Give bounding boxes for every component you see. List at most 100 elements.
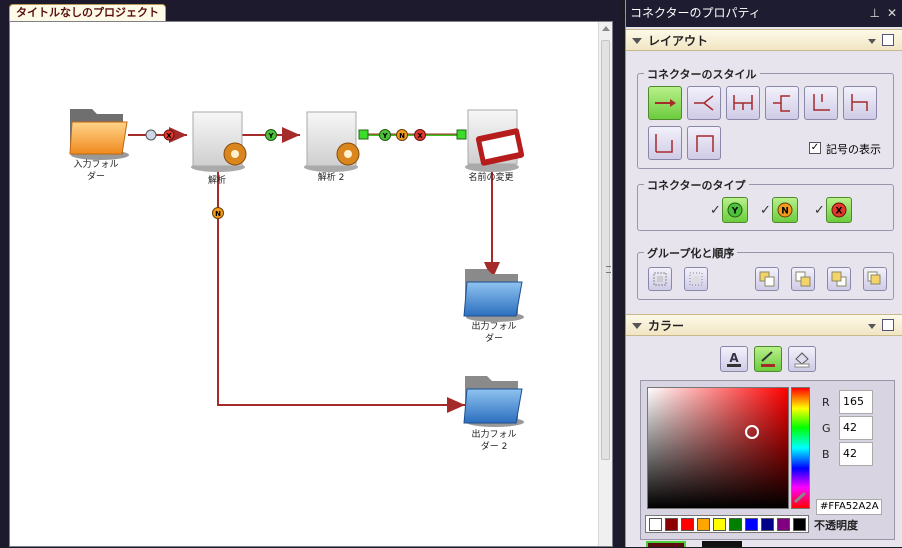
r-input[interactable]: 165 — [839, 390, 873, 414]
style-straight-button[interactable] — [648, 86, 682, 120]
opacity-label: 不透明度 — [814, 519, 858, 532]
type-exception-button[interactable]: X — [826, 197, 852, 223]
send-backward-button[interactable] — [827, 267, 851, 291]
collapse-triangle-icon[interactable] — [632, 323, 642, 329]
type-no-button[interactable]: N — [772, 197, 798, 223]
color-swatch[interactable] — [712, 518, 726, 531]
output-folder-2-label: 出力フォル ダー 2 — [471, 430, 517, 452]
b-input[interactable]: 42 — [839, 442, 873, 466]
collapse-triangle-icon[interactable] — [632, 38, 642, 44]
diagram-canvas[interactable]: X Y Y N X N 入力フォル ダー 解析 解析 2 名前の変更 出力フォル… — [9, 21, 613, 547]
svg-text:X: X — [417, 132, 423, 140]
panel-title-bar: コネクターのプロパティ ⊥ ✕ — [626, 0, 902, 27]
color-swatch[interactable] — [792, 518, 806, 531]
g-input[interactable]: 42 — [839, 416, 873, 440]
color-swatch[interactable] — [664, 518, 678, 531]
empty-marker — [145, 129, 157, 141]
group-button[interactable] — [648, 267, 672, 291]
color-swatch[interactable] — [776, 518, 790, 531]
pin-icon[interactable]: ⊥ — [870, 0, 880, 27]
check-icon: ✓ — [760, 203, 771, 218]
svg-text:X: X — [166, 132, 172, 140]
color-picker: R 165 G 42 B 42 #FFA52A2A 不透明度 — [640, 380, 895, 540]
style-zigzag-button[interactable] — [843, 86, 877, 120]
previous-color-preview[interactable] — [702, 541, 742, 547]
color-swatch[interactable] — [696, 518, 710, 531]
type-yes-button[interactable]: Y — [722, 197, 748, 223]
line-color-button[interactable] — [754, 346, 782, 372]
color-cursor[interactable] — [745, 425, 759, 439]
scroll-up-arrow-icon[interactable] — [602, 26, 610, 31]
close-icon[interactable]: ✕ — [887, 0, 897, 27]
output-folder-node[interactable] — [463, 269, 524, 322]
hex-input[interactable]: #FFA52A2A — [816, 499, 882, 515]
workflow-diagram: X Y Y N X N — [69, 109, 525, 427]
text-color-button[interactable]: A — [720, 346, 748, 372]
parse-node[interactable] — [191, 111, 247, 172]
color-swatch[interactable] — [680, 518, 694, 531]
check-icon: ✓ — [710, 203, 721, 218]
bring-forward-button[interactable] — [791, 267, 815, 291]
grip-icon — [606, 266, 611, 273]
dropdown-icon[interactable] — [868, 324, 876, 329]
rename-node[interactable] — [465, 109, 525, 172]
color-section-header[interactable]: カラー — [626, 314, 902, 336]
parse-label: 解析 — [207, 176, 226, 186]
send-to-back-button[interactable] — [863, 267, 887, 291]
project-window: タイトルなしのプロジェクト X Y Y N X N 入力フォル ダー 解析 解析… — [0, 0, 622, 547]
color-section-title: カラー — [648, 319, 685, 333]
yes-marker: Y — [379, 129, 391, 141]
style-orthogonal-button[interactable] — [804, 86, 838, 120]
color-swatch[interactable] — [744, 518, 758, 531]
connector-style-group: コネクターのスタイル ✓ 記号の表示 — [637, 66, 894, 169]
dropdown-icon[interactable] — [868, 39, 876, 44]
layout-section-title: レイアウト — [648, 34, 709, 48]
check-icon: ✓ — [814, 203, 825, 218]
connector-parse-output2[interactable] — [217, 162, 465, 413]
color-swatch[interactable] — [648, 518, 662, 531]
parse2-label: 解析 2 — [317, 173, 345, 183]
gear-icon — [223, 142, 247, 166]
connector-type-group-title: コネクターのタイプ — [644, 177, 749, 193]
fill-color-button[interactable] — [788, 346, 816, 372]
gear-icon — [336, 142, 360, 166]
input-folder-node[interactable] — [69, 109, 129, 160]
color-swatch[interactable] — [728, 518, 742, 531]
svg-text:Y: Y — [731, 207, 739, 217]
svg-text:N: N — [215, 210, 221, 218]
eyedropper-icon[interactable] — [793, 491, 809, 504]
grouping-order-group: グループ化と順序 — [637, 245, 894, 300]
saturation-value-area[interactable] — [647, 387, 789, 509]
output-folder-2-node[interactable] — [463, 376, 524, 427]
layout-section-header[interactable]: レイアウト — [626, 29, 902, 51]
svg-text:X: X — [836, 207, 843, 217]
selection-handle[interactable] — [358, 129, 369, 140]
input-folder-label: 入力フォル ダー — [73, 160, 119, 182]
style-loop-left-button[interactable] — [648, 126, 682, 160]
selection-handle[interactable] — [456, 129, 467, 140]
vertical-scrollbar[interactable] — [598, 22, 612, 546]
connector-style-group-title: コネクターのスタイル — [644, 66, 760, 82]
bring-to-front-button[interactable] — [755, 267, 779, 291]
parse2-node[interactable] — [304, 111, 360, 172]
show-symbols-checkbox[interactable]: ✓ — [809, 142, 821, 154]
external-link-icon[interactable] — [882, 34, 894, 46]
style-step-button[interactable] — [726, 86, 760, 120]
grouping-order-group-title: グループ化と順序 — [644, 245, 738, 261]
ungroup-button[interactable] — [684, 267, 708, 291]
connector-type-group: コネクターのタイプ ✓ Y ✓ N ✓ X — [637, 177, 894, 231]
g-label: G — [822, 422, 831, 435]
style-loop-right-button[interactable] — [687, 126, 721, 160]
color-swatches — [645, 515, 809, 533]
color-swatch[interactable] — [760, 518, 774, 531]
b-label: B — [822, 448, 830, 461]
style-fork-button[interactable] — [687, 86, 721, 120]
document-tab[interactable]: タイトルなしのプロジェクト — [9, 4, 166, 21]
show-symbols-label: 記号の表示 — [826, 143, 881, 156]
scroll-thumb[interactable] — [601, 40, 611, 460]
r-label: R — [822, 396, 830, 409]
external-link-icon[interactable] — [882, 319, 894, 331]
style-elbow-button[interactable] — [765, 86, 799, 120]
no-marker: N — [396, 129, 408, 141]
current-color-preview[interactable] — [646, 541, 686, 547]
